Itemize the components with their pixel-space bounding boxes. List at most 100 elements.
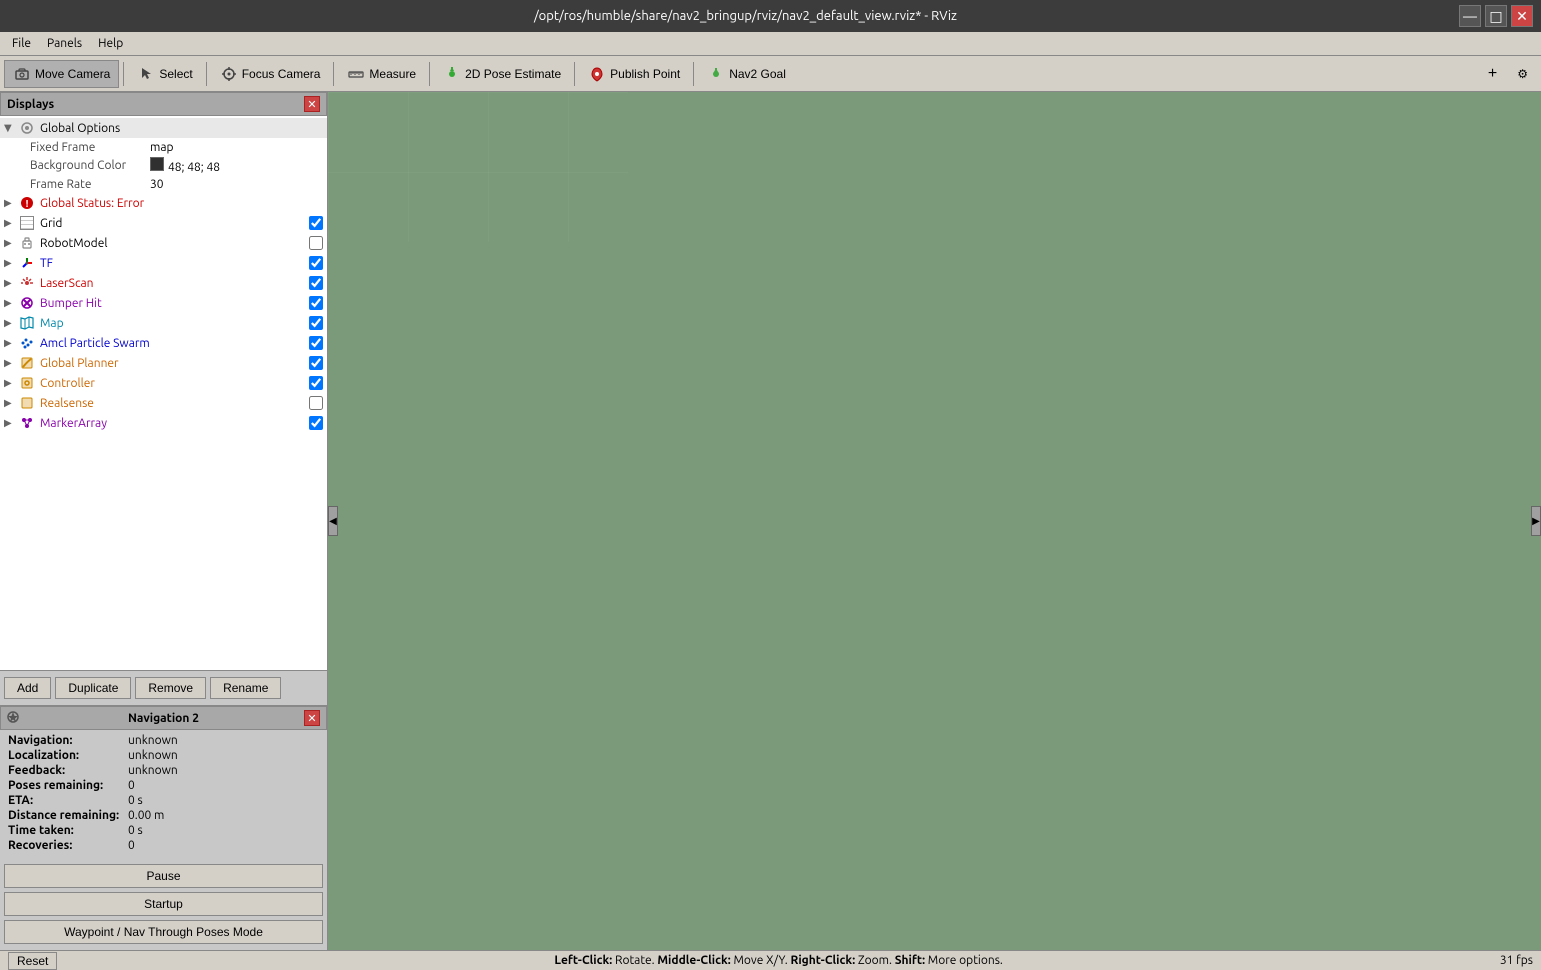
fixed-frame-row: Fixed Frame map <box>0 138 327 156</box>
bumper-hit-checkbox[interactable] <box>309 296 323 310</box>
publish-point-button[interactable]: Publish Point <box>579 60 689 88</box>
grid-item[interactable]: ▶ Grid <box>0 213 327 233</box>
add-button[interactable]: Add <box>4 677 51 699</box>
focus-icon <box>220 65 238 83</box>
robot-model-item[interactable]: ▶ RobotModel <box>0 233 327 253</box>
navigation-label: Navigation: <box>8 734 128 747</box>
close-button[interactable]: ✕ <box>1511 5 1533 27</box>
titlebar-title: /opt/ros/humble/share/nav2_bringup/rviz/… <box>32 9 1459 23</box>
localization-row: Localization: unknown <box>8 749 319 762</box>
titlebar-controls: — □ ✕ <box>1459 5 1533 27</box>
realsense-item[interactable]: ▶ Realsense <box>0 393 327 413</box>
controller-icon <box>18 374 36 392</box>
navigation-value: unknown <box>128 734 319 747</box>
pose-icon <box>443 65 461 83</box>
laserscan-label: LaserScan <box>40 277 305 290</box>
move-camera-button[interactable]: Move Camera <box>4 60 119 88</box>
recoveries-row: Recoveries: 0 <box>8 839 319 852</box>
menu-help[interactable]: Help <box>90 35 131 52</box>
frame-rate-row: Frame Rate 30 <box>0 175 327 193</box>
global-options-expand: ▼ <box>4 122 16 134</box>
publish-point-label: Publish Point <box>610 67 680 81</box>
duplicate-button[interactable]: Duplicate <box>55 677 131 699</box>
nav-panel-title: Navigation 2 <box>128 712 199 725</box>
global-planner-item[interactable]: ▶ Global Planner <box>0 353 327 373</box>
pose-estimate-button[interactable]: 2D Pose Estimate <box>434 60 570 88</box>
bumper-hit-item[interactable]: ▶ Bumper Hit <box>0 293 327 313</box>
marker-array-checkbox[interactable] <box>309 416 323 430</box>
time-taken-row: Time taken: 0 s <box>8 824 319 837</box>
laserscan-item[interactable]: ▶ LaserScan <box>0 273 327 293</box>
particles-icon <box>18 334 36 352</box>
grid-icon <box>18 214 36 232</box>
startup-button[interactable]: Startup <box>4 892 323 916</box>
distance-remaining-label: Distance remaining: <box>8 809 128 822</box>
global-status-expand: ▶ <box>4 197 16 209</box>
controller-checkbox[interactable] <box>309 376 323 390</box>
controller-item[interactable]: ▶ Controller <box>0 373 327 393</box>
menu-panels[interactable]: Panels <box>39 35 90 52</box>
toolbar: Move Camera Select Focus Camera <box>0 56 1541 92</box>
feedback-value: unknown <box>128 764 319 777</box>
fixed-frame-value: map <box>150 141 323 154</box>
nav-panel-close[interactable]: ✕ <box>304 710 320 726</box>
feedback-label: Feedback: <box>8 764 128 777</box>
displays-content: ▼ Global Options Fixed Frame map Backgro… <box>0 116 327 670</box>
realsense-icon <box>18 394 36 412</box>
realsense-checkbox[interactable] <box>309 396 323 410</box>
marker-array-item[interactable]: ▶ MarkerArray <box>0 413 327 433</box>
displays-panel-close[interactable]: ✕ <box>304 96 320 112</box>
focus-camera-button[interactable]: Focus Camera <box>211 60 330 88</box>
marker-array-expand: ▶ <box>4 417 16 429</box>
navigation-row: Navigation: unknown <box>8 734 319 747</box>
measure-button[interactable]: Measure <box>338 60 425 88</box>
grid-checkbox[interactable] <box>309 216 323 230</box>
maximize-button[interactable]: □ <box>1485 5 1507 27</box>
global-options-item[interactable]: ▼ Global Options <box>0 118 327 138</box>
map-visualization <box>328 92 628 242</box>
map-checkbox[interactable] <box>309 316 323 330</box>
amcl-item[interactable]: ▶ Amcl Particle Swarm <box>0 333 327 353</box>
collapse-right-arrow[interactable]: ▶ <box>1531 506 1541 536</box>
map-label: Map <box>40 317 305 330</box>
rename-button[interactable]: Rename <box>210 677 281 699</box>
bumper-hit-expand: ▶ <box>4 297 16 309</box>
toolbar-separator-5 <box>574 62 575 86</box>
laserscan-expand: ▶ <box>4 277 16 289</box>
laserscan-checkbox[interactable] <box>309 276 323 290</box>
robot-model-checkbox[interactable] <box>309 236 323 250</box>
point-icon <box>588 65 606 83</box>
minimize-button[interactable]: — <box>1459 5 1481 27</box>
collapse-left-arrow[interactable]: ◀ <box>328 506 338 536</box>
measure-label: Measure <box>369 67 416 81</box>
grid-expand: ▶ <box>4 217 16 229</box>
add-display-button[interactable]: + <box>1479 60 1506 88</box>
global-status-item[interactable]: ▶ ! Global Status: Error <box>0 193 327 213</box>
menubar: File Panels Help <box>0 32 1541 56</box>
tf-expand: ▶ <box>4 257 16 269</box>
cursor-icon <box>137 65 155 83</box>
global-planner-checkbox[interactable] <box>309 356 323 370</box>
select-button[interactable]: Select <box>128 60 201 88</box>
amcl-checkbox[interactable] <box>309 336 323 350</box>
waypoint-button[interactable]: Waypoint / Nav Through Poses Mode <box>4 920 323 944</box>
tf-item[interactable]: ▶ TF <box>0 253 327 273</box>
remove-button[interactable]: Remove <box>135 677 206 699</box>
nav2-goal-button[interactable]: Nav2 Goal <box>698 60 795 88</box>
viewport: ◀ ▶ <box>328 92 1541 950</box>
displays-buttons: Add Duplicate Remove Rename <box>0 670 327 705</box>
map-item[interactable]: ▶ Map <box>0 313 327 333</box>
menu-file[interactable]: File <box>4 35 39 52</box>
pause-button[interactable]: Pause <box>4 864 323 888</box>
tf-icon <box>18 254 36 272</box>
settings-button[interactable]: ⚙ <box>1508 60 1537 88</box>
left-panel: Displays ✕ ▼ Global Options Fixed <box>0 92 328 950</box>
poses-remaining-label: Poses remaining: <box>8 779 128 792</box>
background-color-label: Background Color <box>30 159 150 172</box>
statusbar: Reset Left-Click: Rotate. Middle-Click: … <box>0 950 1541 970</box>
tf-checkbox[interactable] <box>309 256 323 270</box>
nav-buttons: Pause Startup Waypoint / Nav Through Pos… <box>0 858 327 950</box>
ruler-icon <box>347 65 365 83</box>
reset-button[interactable]: Reset <box>8 952 57 970</box>
nav-panel: Navigation 2 ✕ Navigation: unknown Local… <box>0 705 327 950</box>
